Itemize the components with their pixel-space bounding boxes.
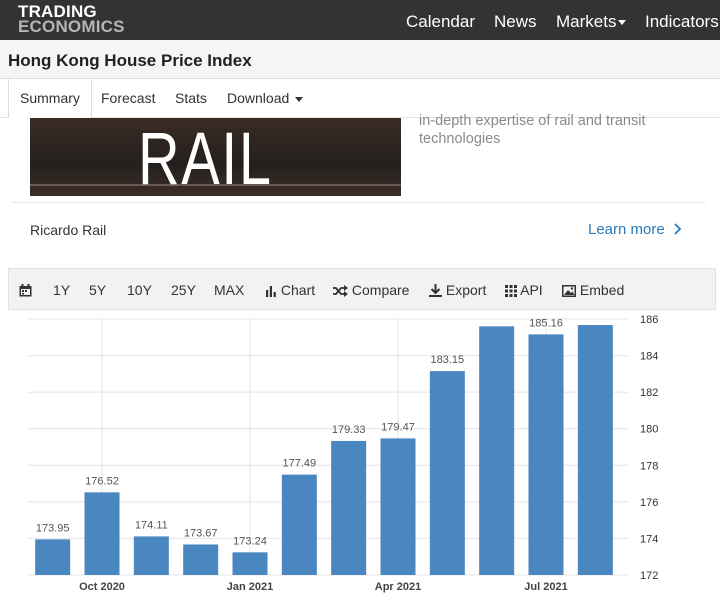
- bar: [479, 326, 515, 575]
- data-label: 173.95: [36, 522, 70, 534]
- page-title: Hong Kong House Price Index: [8, 51, 252, 70]
- tab-stats[interactable]: Stats: [175, 79, 207, 117]
- x-tick-label: Jul 2021: [524, 581, 567, 593]
- learn-more-label: Learn more: [588, 221, 665, 238]
- y-tick-label: 186: [640, 314, 658, 326]
- caret-down-icon: [618, 20, 627, 26]
- data-label: 183.15: [431, 354, 465, 366]
- ad-advertiser-name: Ricardo Rail: [30, 222, 107, 238]
- x-tick-label: Apr 2021: [375, 581, 421, 593]
- bar: [429, 371, 465, 575]
- export-label: Export: [445, 282, 487, 298]
- learn-more-link[interactable]: Learn more: [588, 221, 683, 238]
- nav-indicators[interactable]: Indicators: [645, 0, 719, 40]
- compare-label: Compare: [351, 282, 410, 298]
- y-tick-label: 172: [640, 570, 658, 582]
- data-label: 179.33: [332, 424, 366, 436]
- bar: [133, 536, 169, 575]
- data-label: 176.52: [85, 475, 119, 487]
- nav-news[interactable]: News: [494, 0, 537, 40]
- chart-toolbar: 1Y 5Y 10Y 25Y MAX Chart Compare Export A…: [8, 268, 716, 310]
- range-10y-button[interactable]: 10Y: [127, 269, 152, 309]
- y-tick-label: 176: [640, 497, 658, 509]
- tab-forecast[interactable]: Forecast: [101, 79, 155, 117]
- data-label: 173.24: [233, 535, 267, 547]
- y-tick-label: 182: [640, 387, 658, 399]
- tab-download-label: Download: [227, 90, 290, 106]
- chart-area: 172 174 176 178 180 182 184 186 173.95 176.52 174.…: [8, 309, 714, 604]
- bar: [577, 325, 613, 575]
- y-tick-label: 184: [640, 351, 658, 363]
- bar: [331, 440, 367, 575]
- trading-economics-logo[interactable]: TRADING ECONOMICS: [18, 3, 125, 36]
- house-price-bar-chart: 172 174 176 178 180 182 184 186 173.95 176.52 174.…: [28, 314, 658, 593]
- ad-description: in-depth expertise of rail and transit t…: [419, 112, 689, 148]
- ad-panel: RAIL in-depth expertise of rail and tran…: [12, 113, 706, 264]
- bar: [84, 492, 120, 575]
- ad-description-line2: technologies: [419, 131, 501, 147]
- embed-button[interactable]: Embed: [562, 269, 624, 309]
- y-tick-label: 178: [640, 460, 658, 472]
- tab-download[interactable]: Download: [227, 79, 304, 117]
- shuffle-icon: [333, 285, 348, 297]
- range-max-button[interactable]: MAX: [214, 269, 244, 309]
- data-label: 185.16: [529, 317, 563, 329]
- x-tick-label: Oct 2020: [79, 581, 125, 593]
- data-label: 173.67: [184, 527, 218, 539]
- embed-label: Embed: [579, 282, 625, 298]
- chart-type-label: Chart: [280, 282, 316, 298]
- api-label: API: [520, 282, 543, 298]
- ad-image-text: RAIL: [138, 118, 273, 196]
- ad-description-line1: in-depth expertise of rail and transit: [419, 113, 646, 129]
- bar: [281, 474, 317, 575]
- ad-image[interactable]: RAIL: [30, 118, 401, 196]
- export-button[interactable]: Export: [429, 269, 486, 309]
- bar-chart-icon: [266, 286, 276, 297]
- nav-markets-label: Markets: [556, 12, 617, 31]
- data-label: 177.49: [283, 458, 317, 470]
- download-icon: [429, 284, 442, 297]
- image-icon: [562, 285, 576, 297]
- y-tick-label: 174: [640, 533, 658, 545]
- data-label: 179.47: [381, 421, 415, 433]
- caret-down-icon: [295, 96, 304, 102]
- range-25y-button[interactable]: 25Y: [171, 269, 196, 309]
- api-button[interactable]: API: [505, 269, 543, 309]
- logo-line2: ECONOMICS: [18, 17, 125, 36]
- nav-calendar[interactable]: Calendar: [406, 0, 475, 40]
- range-5y-button[interactable]: 5Y: [89, 269, 106, 309]
- bar: [380, 438, 416, 575]
- range-1y-button[interactable]: 1Y: [53, 269, 70, 309]
- x-tick-label: Jan 2021: [227, 581, 273, 593]
- page-title-bar: Hong Kong House Price Index: [0, 40, 720, 79]
- tab-summary[interactable]: Summary: [8, 79, 92, 118]
- bar: [183, 544, 219, 575]
- bar: [232, 552, 268, 575]
- y-tick-label: 180: [640, 424, 658, 436]
- top-navbar: TRADING ECONOMICS Calendar News Markets …: [0, 0, 720, 40]
- chart-type-button[interactable]: Chart: [265, 269, 315, 309]
- chevron-right-icon: [674, 223, 682, 235]
- data-label: 174.11: [135, 519, 168, 531]
- nav-markets[interactable]: Markets: [556, 0, 627, 40]
- calendar-icon[interactable]: [19, 269, 32, 309]
- bar: [35, 539, 71, 575]
- bar: [528, 334, 564, 575]
- ad-divider: [12, 202, 706, 203]
- grid-icon: [505, 285, 517, 297]
- compare-button[interactable]: Compare: [333, 269, 409, 309]
